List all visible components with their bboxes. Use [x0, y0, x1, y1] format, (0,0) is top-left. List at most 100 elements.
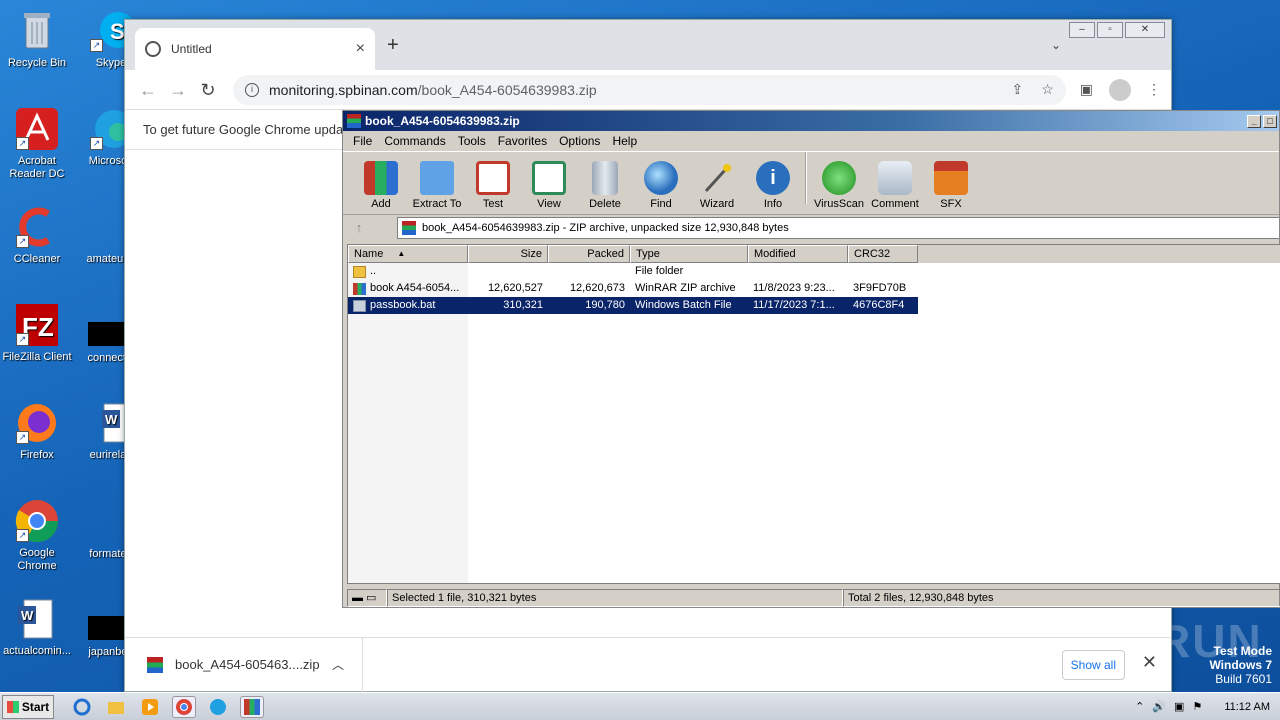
desktop-icon-label: Skype [95, 57, 127, 69]
column-size[interactable]: Size [468, 245, 548, 263]
close-button[interactable]: ✕ [1125, 22, 1165, 38]
media-player-icon[interactable] [138, 696, 162, 718]
menu-tools[interactable]: Tools [452, 134, 492, 148]
side-panel-icon[interactable]: ▣ [1080, 81, 1093, 98]
list-item[interactable]: .. File folder [348, 263, 1280, 280]
delete-button[interactable]: Delete [577, 161, 633, 210]
desktop-icon-label: actualcomin... [3, 645, 71, 657]
desktop-icon-actualcomin[interactable]: W actualcomin... [0, 596, 74, 658]
menu-bar: File Commands Tools Favorites Options He… [343, 131, 1279, 151]
file-type: File folder [635, 265, 684, 277]
tool-label: SFX [940, 198, 962, 210]
shortcut-arrow-icon: ↗ [16, 235, 29, 248]
add-button[interactable]: Add [353, 161, 409, 210]
file-name: .. [370, 265, 377, 277]
close-tab-icon[interactable]: × [356, 40, 365, 58]
back-button[interactable]: ← [135, 77, 161, 103]
shortcut-arrow-icon: ↗ [16, 137, 29, 150]
file-packed: 12,620,673 [569, 282, 625, 294]
minimize-button[interactable]: – [1069, 22, 1095, 38]
view-button[interactable]: View [521, 161, 577, 210]
menu-commands[interactable]: Commands [378, 134, 451, 148]
internet-explorer-icon[interactable] [70, 696, 94, 718]
winrar-titlebar[interactable]: book_A454-6054639983.zip _ □ [343, 111, 1279, 131]
column-modified[interactable]: Modified [748, 245, 848, 263]
redacted-thumbnail [88, 616, 124, 640]
column-crc32[interactable]: CRC32 [848, 245, 918, 263]
test-button[interactable]: Test [465, 161, 521, 210]
volume-icon[interactable]: 🔊 [1152, 700, 1166, 713]
virusscan-button[interactable]: VirusScan [811, 161, 867, 210]
menu-options[interactable]: Options [553, 134, 606, 148]
list-item-selected[interactable]: passbook.bat 310,321 190,780 Windows Bat… [348, 297, 918, 314]
extract-to-button[interactable]: Extract To [409, 161, 465, 210]
tool-label: VirusScan [814, 198, 864, 210]
watermark-line: Test Mode [1213, 644, 1272, 658]
sort-arrow-icon: ▲ [397, 249, 406, 258]
file-name: book A454-6054... [370, 282, 460, 294]
wizard-button[interactable]: Wizard [689, 161, 745, 210]
site-info-icon[interactable]: i [245, 82, 259, 97]
browser-tab[interactable]: Untitled × [135, 28, 375, 70]
column-name[interactable]: Name ▲ [348, 245, 468, 263]
tab-search-icon[interactable]: ⌄ [1051, 38, 1061, 52]
minimize-button[interactable]: _ [1247, 114, 1261, 128]
show-all-button[interactable]: Show all [1061, 650, 1125, 680]
action-center-flag-icon[interactable]: ⚑ [1192, 700, 1202, 713]
info-button[interactable]: i Info [745, 161, 801, 210]
menu-favorites[interactable]: Favorites [492, 134, 553, 148]
download-item[interactable]: book_A454-605463....zip ︿ [125, 637, 363, 692]
shortcut-arrow-icon: ↗ [90, 137, 103, 150]
winrar-taskbar-icon[interactable] [240, 695, 264, 718]
maximize-button[interactable]: □ [1263, 114, 1277, 128]
file-size: 310,321 [503, 299, 543, 311]
file-modified: 11/17/2023 7:1... [753, 299, 835, 311]
up-folder-button[interactable]: ↑ [347, 218, 371, 238]
menu-file[interactable]: File [347, 134, 378, 148]
acrobat-icon: ↗ [14, 106, 60, 152]
desktop-icon-firefox[interactable]: ↗ Firefox [0, 400, 74, 462]
desktop-icon-recycle-bin[interactable]: Recycle Bin [0, 8, 74, 70]
redacted-thumbnail [88, 322, 124, 346]
desktop-icon-filezilla[interactable]: FZ ↗ FileZilla Client [0, 302, 74, 364]
desktop-icon-chrome[interactable]: ↗ Google Chrome [0, 498, 74, 573]
address-bar[interactable]: i monitoring.spbinan.com/book_A454-60546… [233, 74, 1066, 105]
new-tab-button[interactable]: + [387, 34, 399, 57]
network-icon[interactable]: ▣ [1174, 700, 1184, 713]
list-item[interactable]: book A454-6054... 12,620,527 12,620,673 … [348, 280, 1280, 297]
window-controls: – ▫ ✕ [1069, 22, 1165, 38]
column-packed[interactable]: Packed [548, 245, 630, 263]
menu-kebab-icon[interactable]: ⋮ [1147, 81, 1161, 98]
column-type[interactable]: Type [630, 245, 748, 263]
bookmark-star-icon[interactable]: ☆ [1041, 81, 1054, 98]
share-icon[interactable]: ⇪ [1011, 81, 1023, 98]
chrome-taskbar-icon[interactable] [172, 695, 196, 718]
desktop-icon-acrobat[interactable]: ↗ Acrobat Reader DC [0, 106, 74, 181]
sfx-button[interactable]: SFX [923, 161, 979, 210]
start-button[interactable]: Start [2, 694, 54, 719]
desktop-icon-ccleaner[interactable]: ↗ CCleaner [0, 204, 74, 266]
profile-avatar-icon[interactable] [1109, 78, 1131, 101]
edge-taskbar-icon[interactable] [206, 696, 230, 718]
firefox-icon: ↗ [14, 400, 60, 446]
tool-label: Comment [871, 198, 919, 210]
show-hidden-icons[interactable]: ⌃ [1135, 700, 1144, 713]
clock[interactable]: 11:12 AM [1224, 701, 1270, 713]
svg-text:S: S [110, 19, 125, 44]
close-download-bar-icon[interactable]: ✕ [1142, 652, 1157, 673]
explorer-folder-icon[interactable] [104, 696, 128, 718]
find-button[interactable]: Find [633, 161, 689, 210]
taskbar: Start ⌃ 🔊 ▣ ⚑ 11:12 AM [0, 692, 1280, 720]
file-list[interactable]: Name ▲ Size Packed Type Modified CRC32 ..… [347, 244, 1280, 584]
shortcut-arrow-icon: ↗ [16, 333, 29, 346]
comment-button[interactable]: Comment [867, 161, 923, 210]
shortcut-arrow-icon: ↗ [16, 529, 29, 542]
forward-button[interactable]: → [165, 77, 191, 103]
archive-path-field[interactable]: book_A454-6054639983.zip - ZIP archive, … [397, 217, 1279, 239]
view-book-icon [532, 161, 566, 195]
chevron-up-icon[interactable]: ︿ [332, 656, 344, 673]
reload-button[interactable]: ↻ [195, 77, 221, 103]
tool-label: Info [763, 198, 783, 210]
menu-help[interactable]: Help [606, 134, 643, 148]
maximize-button[interactable]: ▫ [1097, 22, 1123, 38]
